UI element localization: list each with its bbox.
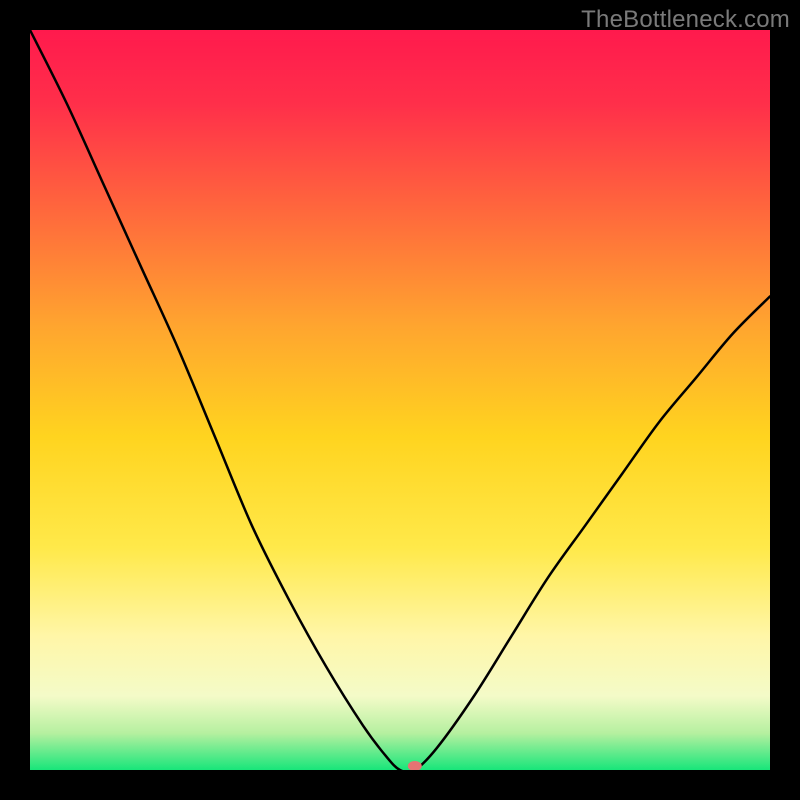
chart-frame: TheBottleneck.com	[0, 0, 800, 800]
gradient-background	[30, 30, 770, 770]
plot-area	[30, 30, 770, 770]
bottleneck-chart	[30, 30, 770, 770]
